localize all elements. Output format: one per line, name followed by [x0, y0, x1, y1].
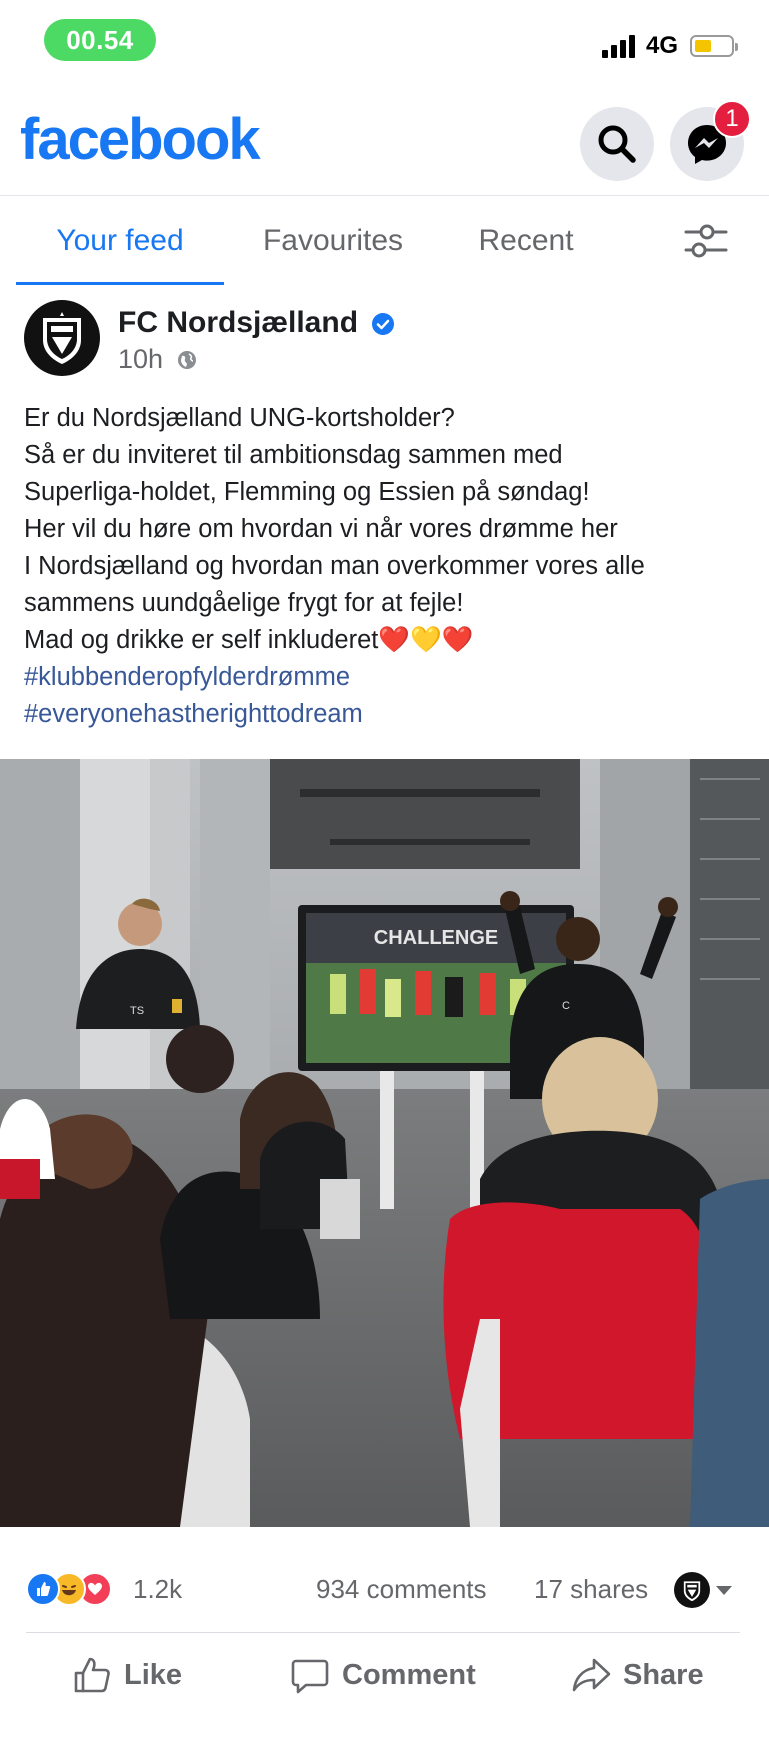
- page-name[interactable]: FC Nordsjælland: [118, 306, 358, 340]
- post-timestamp[interactable]: 10h: [118, 344, 163, 375]
- active-tab-indicator: [16, 282, 224, 285]
- like-label: Like: [124, 1658, 183, 1691]
- post-photo[interactable]: CHALLENGE TS C: [0, 759, 769, 1527]
- hashtag-link[interactable]: #everyonehastherighttodream: [24, 696, 746, 733]
- messenger-badge: 1: [713, 100, 751, 138]
- signal-icon: [602, 34, 640, 58]
- club-crest-icon: [43, 312, 81, 364]
- comments-count[interactable]: 934 comments: [316, 1574, 487, 1605]
- tab-recent[interactable]: Recent: [460, 197, 592, 285]
- post-text-line: sammens uundgåelige frygt for at fejle!: [24, 589, 464, 617]
- share-button[interactable]: Share: [571, 1640, 704, 1710]
- facebook-logo[interactable]: facebook: [20, 106, 261, 173]
- like-icon: [26, 1572, 60, 1606]
- battery-icon: [690, 35, 738, 57]
- divider: [26, 1632, 740, 1633]
- filter-button[interactable]: [682, 219, 730, 263]
- search-button[interactable]: [580, 107, 654, 181]
- photo-illustration: CHALLENGE TS C: [0, 759, 769, 1527]
- network-type: 4G: [646, 32, 679, 59]
- thumbs-up-icon: [74, 1657, 110, 1693]
- post-text: Er du Nordsjælland UNG-kortsholder? Så e…: [24, 400, 746, 733]
- jacket-initial: C: [562, 1000, 570, 1012]
- search-icon: [598, 125, 636, 163]
- status-bar: 00.54 4G: [0, 0, 769, 90]
- page-avatar[interactable]: [24, 300, 100, 376]
- club-crest-icon: [683, 1581, 701, 1602]
- post-text-line: Mad og drikke er self inkluderet❤️💛❤️: [24, 626, 474, 654]
- share-label: Share: [623, 1658, 704, 1691]
- post-text-line: I Nordsjælland og hvordan man overkommer…: [24, 552, 645, 580]
- post-text-line: Her vil du høre om hvordan vi når vores …: [24, 515, 618, 543]
- screen-caption: CHALLENGE: [374, 927, 498, 949]
- feed-tabs: Your feed Favourites Recent: [0, 197, 769, 285]
- globe-icon: [178, 351, 196, 369]
- shares-count[interactable]: 17 shares: [534, 1574, 648, 1605]
- post-text-line: Så er du inviteret til ambitionsdag samm…: [24, 441, 563, 469]
- status-time: 00.54: [44, 19, 156, 61]
- post-actions: Like Comment Share: [0, 1640, 769, 1710]
- reaction-count[interactable]: 1.2k: [133, 1574, 182, 1605]
- share-arrow-icon: [572, 1658, 611, 1692]
- tab-your-feed[interactable]: Your feed: [16, 197, 224, 285]
- jacket-initials: TS: [130, 1005, 144, 1017]
- reactions-row: 1.2k 934 comments 17 shares: [0, 1560, 769, 1620]
- post-text-line: Superliga-holdet, Flemming og Essien på …: [24, 478, 590, 506]
- sliders-icon: [684, 224, 728, 258]
- react-as-avatar[interactable]: [674, 1572, 710, 1608]
- like-button[interactable]: Like: [72, 1640, 182, 1710]
- chevron-down-icon[interactable]: [716, 1586, 732, 1595]
- app-header: facebook 1: [0, 90, 769, 196]
- hashtag-link[interactable]: #klubbenderopfylderdrømme: [24, 659, 746, 696]
- comment-button[interactable]: Comment: [290, 1640, 476, 1710]
- post-header: FC Nordsjælland 10h: [0, 290, 769, 390]
- comment-label: Comment: [342, 1658, 476, 1691]
- tab-favourites[interactable]: Favourites: [238, 197, 428, 285]
- battery-fill: [695, 40, 711, 52]
- reaction-icons[interactable]: [26, 1572, 126, 1608]
- verified-badge-icon: [372, 313, 394, 335]
- post-text-line: Er du Nordsjælland UNG-kortsholder?: [24, 404, 455, 432]
- comment-bubble-icon: [291, 1659, 329, 1694]
